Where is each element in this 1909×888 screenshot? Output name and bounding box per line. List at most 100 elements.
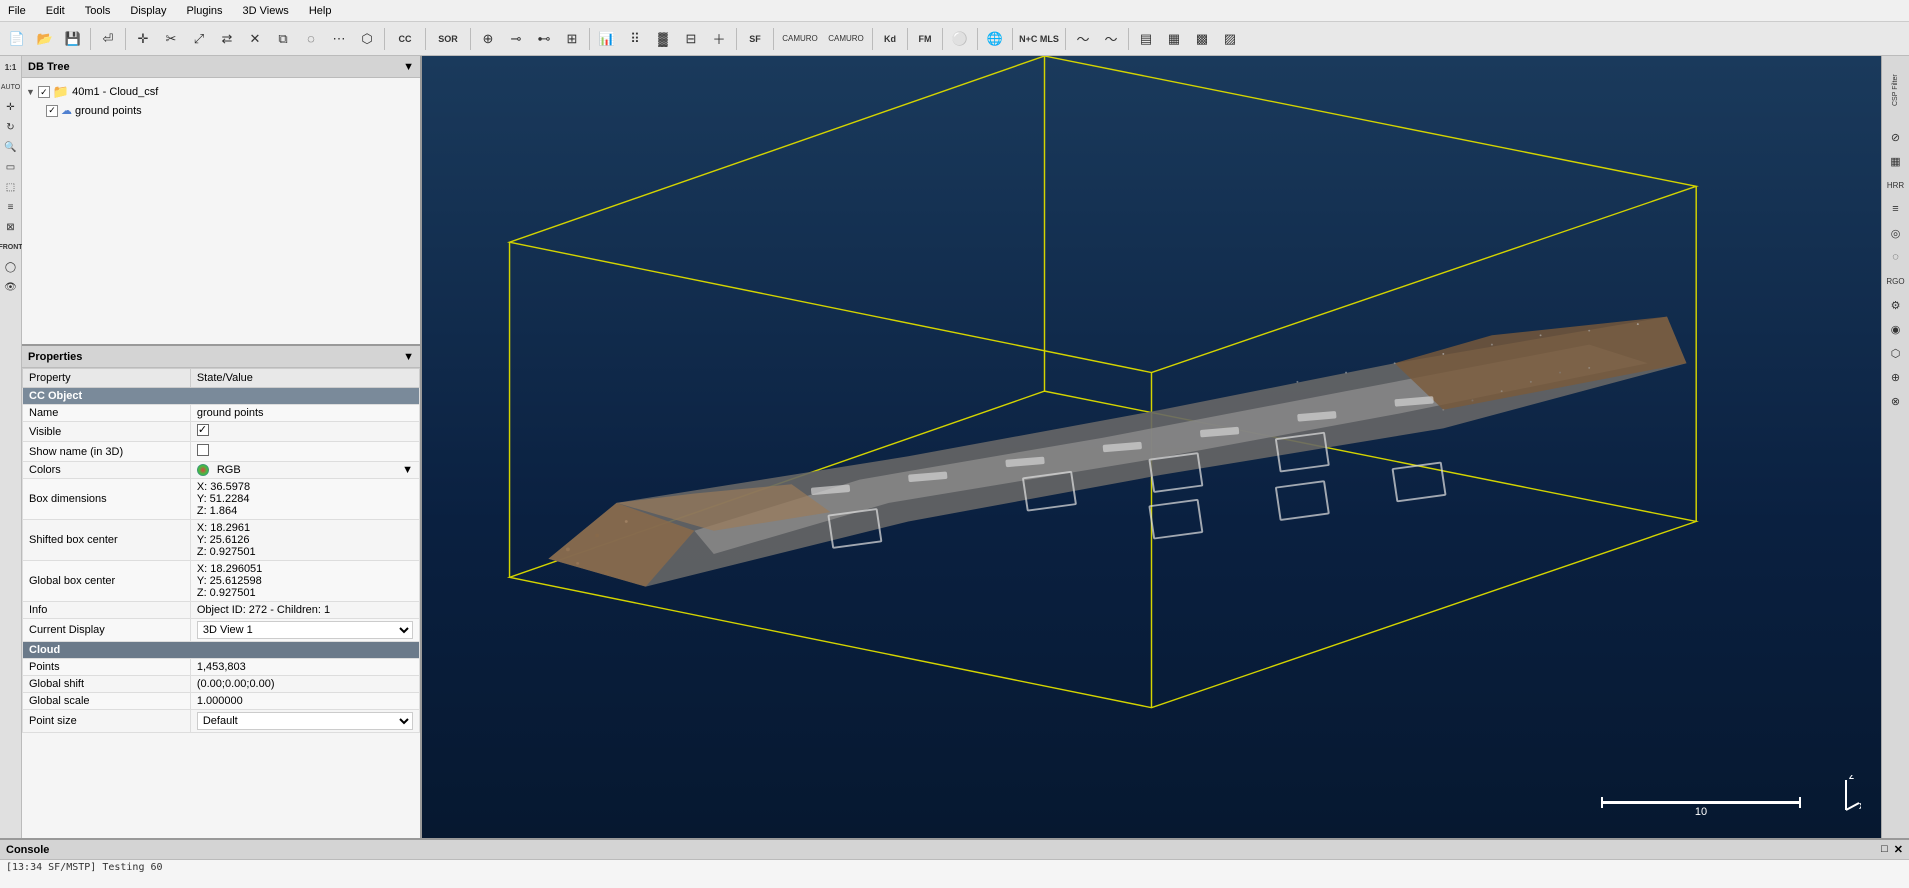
- toolbar-apply[interactable]: ⏎: [95, 26, 121, 52]
- toolbar-cc-label[interactable]: CC: [389, 26, 421, 52]
- viewport[interactable]: 10 Z X: [422, 56, 1881, 838]
- prop-visible-value[interactable]: [190, 422, 419, 442]
- toolbar-save[interactable]: 💾: [60, 26, 86, 52]
- toolbar-vol[interactable]: ⊞: [559, 26, 585, 52]
- toolbar-scatter[interactable]: ⠿: [622, 26, 648, 52]
- right-tool-lasso[interactable]: ◌: [1885, 246, 1907, 268]
- display-select[interactable]: 3D View 1: [197, 621, 413, 639]
- menu-edit[interactable]: Edit: [42, 5, 69, 17]
- pointsize-select[interactable]: Default: [197, 712, 413, 730]
- toolbar-camuro2[interactable]: CAMURO: [824, 26, 868, 52]
- prop-row-box-dim: Box dimensions X: 36.5978 Y: 51.2284 Z: …: [23, 479, 420, 520]
- left-tool-rotate[interactable]: ↻: [2, 118, 20, 136]
- prop-display-label: Current Display: [23, 619, 191, 642]
- prop-row-global-scale: Global scale 1.000000: [23, 693, 420, 710]
- left-tool-zoom[interactable]: 🔍: [2, 138, 20, 156]
- right-tool-grid[interactable]: ▦: [1885, 150, 1907, 172]
- tree-item-cloud[interactable]: ☁ ground points: [26, 102, 416, 119]
- left-tool-translate[interactable]: ✛: [2, 98, 20, 116]
- right-tool-plugin3[interactable]: ⊕: [1885, 366, 1907, 388]
- toolbar-sep2: [125, 28, 126, 50]
- toolbar-plus[interactable]: ＋: [706, 26, 732, 52]
- left-tool-auto[interactable]: AUTO: [2, 78, 20, 96]
- right-tool-color[interactable]: ◎: [1885, 222, 1907, 244]
- right-tool-settings[interactable]: ⚙: [1885, 294, 1907, 316]
- toolbar-dist[interactable]: ⊸: [503, 26, 529, 52]
- prop-colors-value[interactable]: RGB ▼: [190, 462, 419, 479]
- visible-checkbox[interactable]: [197, 424, 209, 436]
- menu-display[interactable]: Display: [126, 5, 170, 17]
- menu-plugins[interactable]: Plugins: [182, 5, 226, 17]
- tree-checkbox-cloud[interactable]: [46, 105, 58, 117]
- tree-item-folder[interactable]: ▼ 📁 40m1 - Cloud_csf: [26, 82, 416, 102]
- db-tree-collapse[interactable]: ▼: [403, 61, 414, 73]
- prop-row-global-box: Global box center X: 18.296051 Y: 25.612…: [23, 561, 420, 602]
- prop-row-visible: Visible: [23, 422, 420, 442]
- toolbar-nc-mls[interactable]: N+C MLS: [1017, 26, 1061, 52]
- toolbar-point-picking[interactable]: ✛: [130, 26, 156, 52]
- toolbar-fm[interactable]: FM: [912, 26, 938, 52]
- toolbar-sphere[interactable]: ⚪: [947, 26, 973, 52]
- toolbar-delete[interactable]: ✕: [242, 26, 268, 52]
- left-tool-view[interactable]: ⬚: [2, 178, 20, 196]
- toolbar-sf1[interactable]: SF: [741, 26, 769, 52]
- toolbar-open[interactable]: 📂: [32, 26, 58, 52]
- right-tool-hrr[interactable]: HRR: [1885, 174, 1907, 196]
- toolbar-dist2[interactable]: ⊷: [531, 26, 557, 52]
- left-tool-layers[interactable]: ≡: [2, 198, 20, 216]
- menu-file[interactable]: File: [4, 5, 30, 17]
- toolbar-wave1[interactable]: 〜: [1070, 26, 1096, 52]
- toolbar-new[interactable]: 📄: [4, 26, 30, 52]
- right-tool-plugin1[interactable]: ◉: [1885, 318, 1907, 340]
- toolbar-extra3[interactable]: ▩: [1189, 26, 1215, 52]
- console-restore[interactable]: □: [1881, 843, 1888, 856]
- toolbar-edit1[interactable]: ⊕: [475, 26, 501, 52]
- toolbar-merge[interactable]: ⧉: [270, 26, 296, 52]
- toolbar-wave2[interactable]: 〜: [1098, 26, 1124, 52]
- tree-checkbox-folder[interactable]: [38, 86, 50, 98]
- properties-table: Property State/Value CC Object Name grou…: [22, 368, 420, 733]
- toolbar-segment[interactable]: ✂: [158, 26, 184, 52]
- prop-row-display: Current Display 3D View 1: [23, 619, 420, 642]
- toolbar-transform[interactable]: ⤢: [186, 26, 212, 52]
- toolbar-extra4[interactable]: ▨: [1217, 26, 1243, 52]
- toolbar-section[interactable]: ⊟: [678, 26, 704, 52]
- properties-collapse[interactable]: ▼: [403, 351, 414, 363]
- toolbar-sample[interactable]: ◌: [298, 26, 324, 52]
- right-tool-rego[interactable]: RGO: [1885, 270, 1907, 292]
- toolbar-chart[interactable]: 📊: [594, 26, 620, 52]
- scale-line: [1601, 801, 1801, 804]
- toolbar-mirror[interactable]: ⇄: [214, 26, 240, 52]
- toolbar-histogram[interactable]: ▓: [650, 26, 676, 52]
- toolbar-filter[interactable]: ⬡: [354, 26, 380, 52]
- left-tool-rect[interactable]: ▭: [2, 158, 20, 176]
- prop-display-value[interactable]: 3D View 1: [190, 619, 419, 642]
- right-tool-plugin4[interactable]: ⊗: [1885, 390, 1907, 412]
- menu-help[interactable]: Help: [305, 5, 336, 17]
- left-tool-front[interactable]: FRONT: [2, 238, 20, 256]
- db-tree-panel: DB Tree ▼ ▼ 📁 40m1 - Cloud_csf ☁ ground …: [22, 56, 420, 346]
- menu-3dviews[interactable]: 3D Views: [239, 5, 293, 17]
- toolbar-extra2[interactable]: ▦: [1161, 26, 1187, 52]
- toolbar-extra1[interactable]: ▤: [1133, 26, 1159, 52]
- right-tool-layers[interactable]: ≡: [1885, 198, 1907, 220]
- prop-showname-value[interactable]: [190, 442, 419, 462]
- left-tool-segments[interactable]: ⊠: [2, 218, 20, 236]
- toolbar-camuro1[interactable]: CAMURO: [778, 26, 822, 52]
- prop-row-name: Name ground points: [23, 405, 420, 422]
- toolbar-kd[interactable]: Kd: [877, 26, 903, 52]
- console-close[interactable]: ✕: [1894, 843, 1903, 856]
- menu-tools[interactable]: Tools: [81, 5, 115, 17]
- right-tool-ban[interactable]: ⊘: [1885, 126, 1907, 148]
- toolbar-globe[interactable]: 🌐: [982, 26, 1008, 52]
- toolbar-noise[interactable]: ⋯: [326, 26, 352, 52]
- right-tool-plugin2[interactable]: ⬡: [1885, 342, 1907, 364]
- showname-checkbox[interactable]: [197, 444, 209, 456]
- prop-name-value: ground points: [190, 405, 419, 422]
- toolbar-sor[interactable]: SOR: [430, 26, 466, 52]
- prop-pointsize-value[interactable]: Default: [190, 710, 419, 733]
- left-tool-eye[interactable]: 👁: [2, 278, 20, 296]
- colors-dropdown-arrow[interactable]: ▼: [402, 464, 413, 476]
- left-tool-1to1[interactable]: 1:1: [2, 58, 20, 76]
- left-tool-circle[interactable]: ◯: [2, 258, 20, 276]
